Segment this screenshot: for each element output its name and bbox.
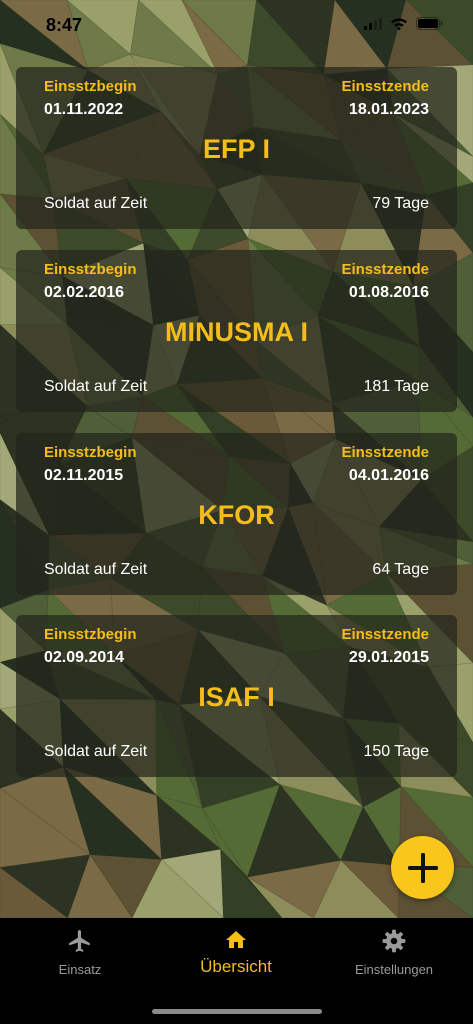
home-indicator bbox=[152, 1009, 322, 1014]
mission-card[interactable]: Einsstzbegin 02.09.2014 Einsstzende 29.0… bbox=[16, 615, 457, 777]
mission-title: EFP I bbox=[202, 134, 271, 164]
tab-einstellungen[interactable]: Einstellungen bbox=[344, 928, 444, 977]
mission-card[interactable]: Einsstzbegin 02.02.2016 Einsstzende 01.0… bbox=[16, 250, 457, 412]
battery-icon bbox=[416, 17, 443, 30]
mission-duration: 64 Tage bbox=[372, 561, 429, 578]
tab-uebersicht[interactable]: Übersicht bbox=[186, 928, 286, 977]
start-date: 02.11.2015 bbox=[44, 467, 124, 484]
mission-duration: 181 Tage bbox=[363, 378, 429, 395]
start-label: Einsstzbegin bbox=[44, 78, 137, 95]
mission-duration: 150 Tage bbox=[363, 743, 429, 760]
service-status: Soldat auf Zeit bbox=[44, 378, 148, 395]
airplane-icon bbox=[69, 930, 90, 952]
end-label: Einsstzende bbox=[341, 444, 429, 461]
status-time: 8:47 bbox=[46, 15, 83, 35]
end-date: 01.08.2016 bbox=[348, 284, 429, 301]
end-date: 04.01.2016 bbox=[348, 467, 429, 484]
tab-einsatz[interactable]: Einsatz bbox=[45, 928, 115, 977]
add-mission-button[interactable] bbox=[391, 836, 454, 899]
signal-icon bbox=[364, 17, 382, 30]
tab-label: Einsatz bbox=[58, 962, 102, 977]
mission-card[interactable]: Einsstzbegin 01.11.2022 Einsstzende 18.0… bbox=[16, 67, 457, 229]
gear-icon bbox=[382, 929, 406, 953]
plus-icon bbox=[407, 852, 438, 883]
mission-title: KFOR bbox=[198, 500, 275, 530]
end-label: Einsstzende bbox=[341, 626, 429, 643]
start-label: Einsstzbegin bbox=[44, 626, 137, 643]
end-label: Einsstzende bbox=[341, 78, 429, 95]
wifi-icon bbox=[391, 18, 407, 30]
mission-title: MINUSMA I bbox=[165, 317, 308, 347]
start-date: 02.02.2016 bbox=[44, 284, 125, 301]
mission-card[interactable]: Einsstzbegin 02.11.2015 Einsstzende 04.0… bbox=[16, 433, 457, 595]
home-icon bbox=[226, 931, 246, 948]
end-date: 29.01.2015 bbox=[348, 649, 429, 666]
mission-title: ISAF I bbox=[198, 682, 275, 712]
status-bar: 8:47 bbox=[0, 0, 473, 50]
start-date: 02.09.2014 bbox=[44, 649, 125, 666]
mission-duration: 79 Tage bbox=[372, 195, 429, 212]
tab-label: Übersicht bbox=[200, 957, 272, 976]
service-status: Soldat auf Zeit bbox=[44, 561, 148, 578]
end-date: 18.01.2023 bbox=[348, 101, 429, 118]
end-label: Einsstzende bbox=[341, 261, 429, 278]
start-label: Einsstzbegin bbox=[44, 261, 137, 278]
start-date: 01.11.2022 bbox=[44, 101, 124, 118]
service-status: Soldat auf Zeit bbox=[44, 195, 148, 212]
service-status: Soldat auf Zeit bbox=[44, 743, 148, 760]
start-label: Einsstzbegin bbox=[44, 444, 137, 461]
tab-label: Einstellungen bbox=[354, 962, 434, 977]
